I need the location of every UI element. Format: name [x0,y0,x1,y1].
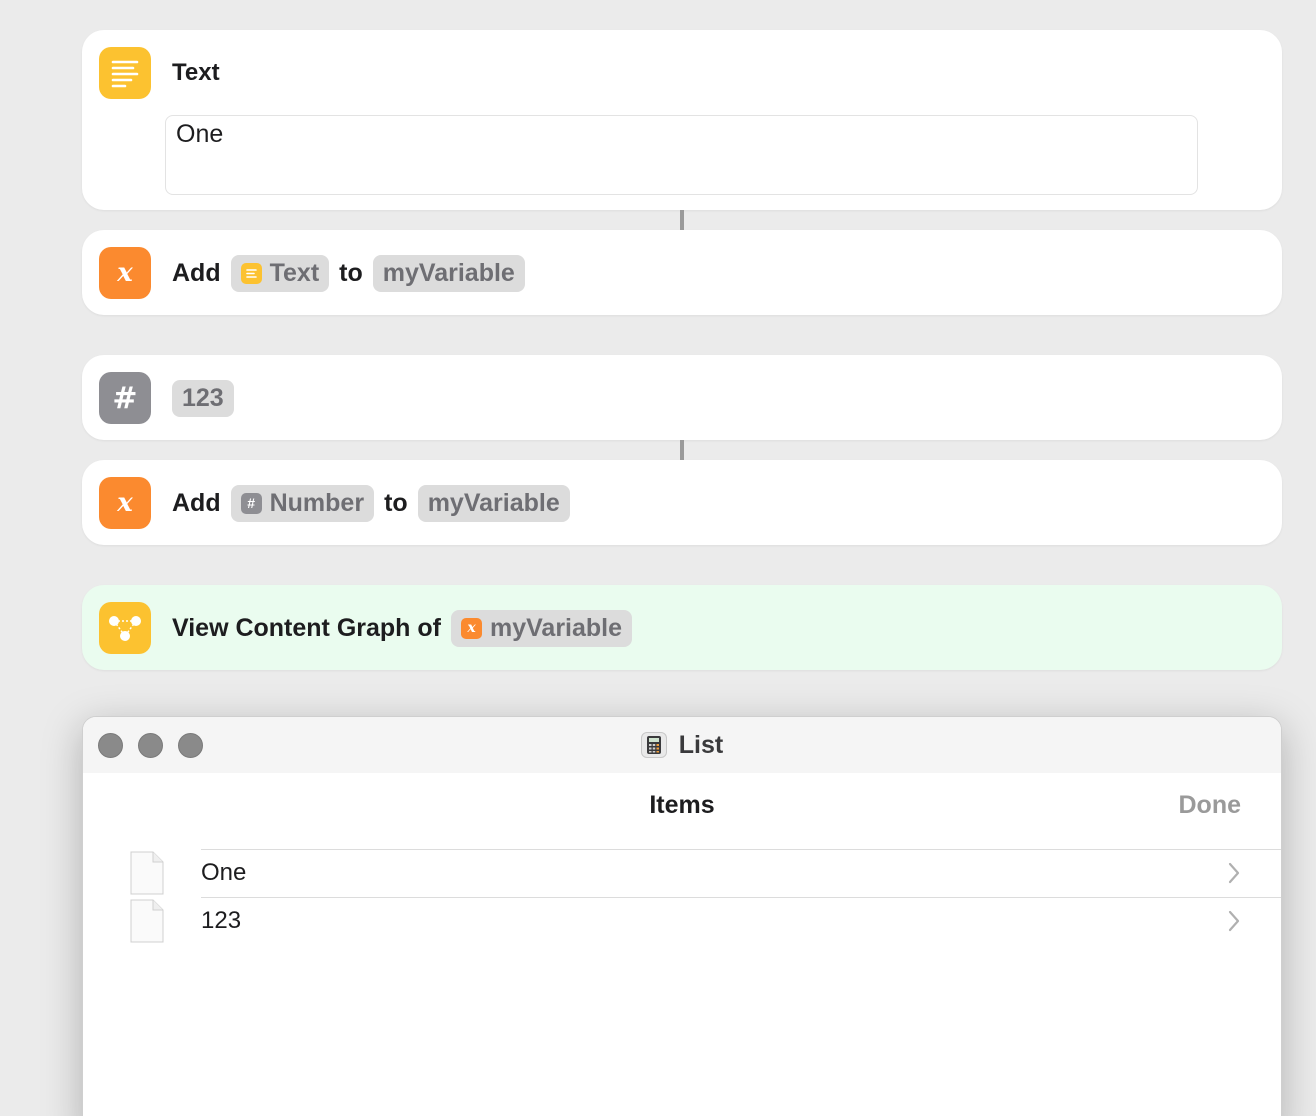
done-button[interactable]: Done [1179,791,1242,820]
hash-icon: # [99,372,151,424]
view-graph-label: View Content Graph of [172,613,441,642]
list-item-label: 123 [201,907,242,934]
to-connector-label: to [339,258,363,287]
add-text-row: Add Text to myVariable [172,247,535,299]
text-lines-icon [99,47,151,99]
graph-nodes-icon [99,602,151,654]
text-action-title-label: Text [172,59,220,86]
hash-icon: # [240,492,262,514]
row-separator [201,849,1281,850]
svg-text:x: x [116,488,133,518]
add-number-action-card[interactable]: x Add # Number to myVariable [82,460,1282,545]
row-separator [201,897,1281,898]
connector-line [680,440,684,460]
document-icon [130,899,164,943]
variable-token-label: myVariable [490,613,623,642]
text-input-field[interactable]: One [165,115,1198,195]
list-item-label: One [201,859,247,886]
number-token[interactable]: # Number [230,484,375,522]
number-value-token[interactable]: 123 [172,379,234,417]
text-lines-icon [240,262,262,284]
variable-token[interactable]: x myVariable [451,609,633,647]
add-number-row: Add # Number to myVariable [172,477,580,529]
to-connector-label: to [384,488,408,517]
chevron-right-icon [1228,910,1240,932]
window-title: List [83,717,1281,773]
variable-token[interactable]: myVariable [417,484,570,522]
number-action-card[interactable]: # 123 [82,355,1282,440]
text-action-card[interactable]: Text One [82,30,1282,210]
variable-token[interactable]: myVariable [372,254,525,292]
number-value-label: 123 [182,383,224,412]
view-content-graph-card[interactable]: View Content Graph of x myVariable [82,585,1282,670]
svg-text:#: # [112,383,137,413]
variable-token-label: myVariable [382,258,515,287]
add-text-action-card[interactable]: x Add Text to myVariable [82,230,1282,315]
number-token-label: Number [269,488,365,517]
add-verb-label: Add [172,258,221,287]
list-window: List Items Done One 123 [82,716,1282,1116]
text-action-title: Text [172,47,220,99]
chevron-right-icon [1228,862,1240,884]
window-title-label: List [678,730,724,759]
items-nav-title: Items [649,791,715,819]
calculator-icon [640,732,667,758]
add-verb-label: Add [172,488,221,517]
variable-x-icon: x [99,247,151,299]
text-token-label: Text [269,258,320,287]
variable-x-icon: x [461,617,482,639]
document-icon [130,851,164,895]
window-titlebar[interactable]: List [83,717,1281,773]
list-item[interactable]: One [83,849,1281,897]
variable-token-label: myVariable [427,488,560,517]
view-graph-row: View Content Graph of x myVariable [172,602,642,654]
text-token[interactable]: Text [230,254,330,292]
variable-x-icon: x [99,477,151,529]
list-item[interactable]: 123 [83,897,1281,945]
svg-text:x: x [116,258,133,288]
number-row: 123 [172,372,244,424]
connector-line [680,210,684,230]
